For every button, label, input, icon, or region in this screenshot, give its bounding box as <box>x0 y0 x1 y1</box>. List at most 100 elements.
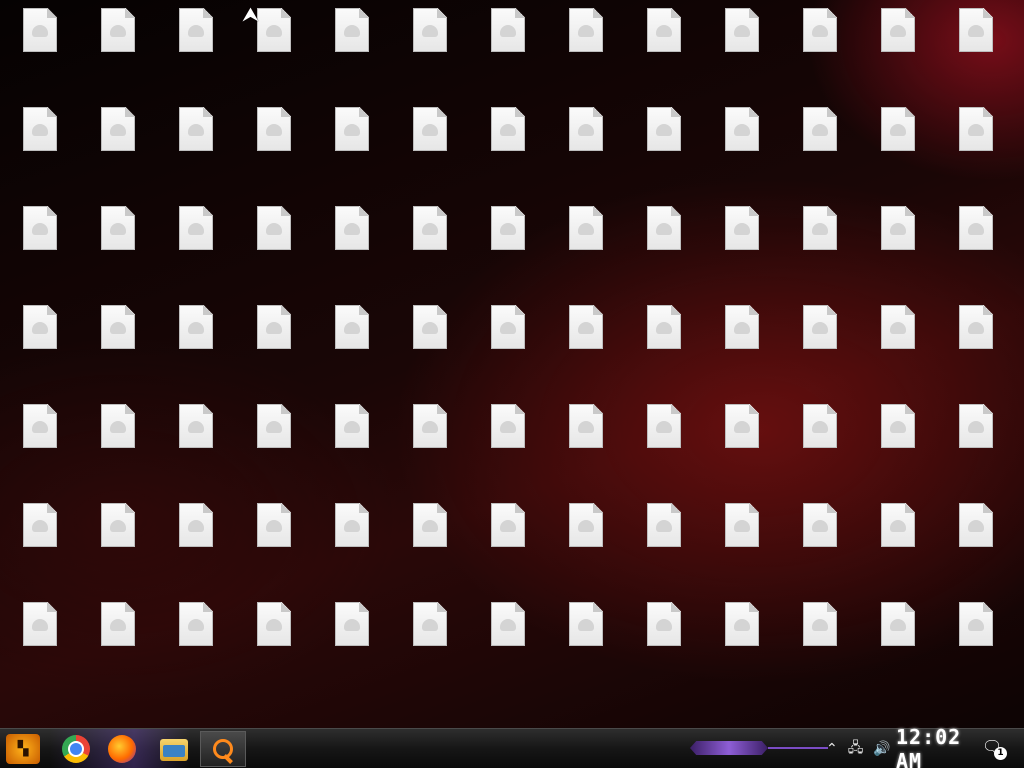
desktop-file-icon[interactable] <box>781 4 859 100</box>
desktop-file-icon[interactable] <box>703 4 781 100</box>
desktop-file-icon[interactable] <box>391 103 469 199</box>
desktop-file-icon[interactable] <box>391 4 469 100</box>
desktop-file-icon[interactable] <box>703 598 781 694</box>
desktop-file-icon[interactable] <box>859 202 937 298</box>
desktop-file-icon[interactable] <box>157 4 235 100</box>
desktop-file-icon[interactable] <box>703 202 781 298</box>
desktop-file-icon[interactable] <box>235 301 313 397</box>
desktop-file-icon[interactable] <box>79 103 157 199</box>
desktop-file-icon[interactable] <box>391 301 469 397</box>
desktop-file-icon[interactable] <box>157 400 235 496</box>
desktop-file-icon[interactable] <box>79 301 157 397</box>
desktop-file-icon[interactable] <box>781 103 859 199</box>
desktop-file-icon[interactable] <box>235 103 313 199</box>
desktop-file-icon[interactable] <box>79 202 157 298</box>
desktop-file-icon[interactable] <box>547 4 625 100</box>
desktop-file-icon[interactable] <box>547 598 625 694</box>
desktop-file-icon[interactable] <box>859 400 937 496</box>
desktop-file-icon[interactable] <box>781 400 859 496</box>
desktop-file-icon[interactable] <box>235 499 313 595</box>
file-explorer-icon[interactable] <box>160 739 188 761</box>
desktop-file-icon[interactable] <box>937 202 1015 298</box>
desktop-file-icon[interactable] <box>391 202 469 298</box>
desktop-file-icon[interactable] <box>391 499 469 595</box>
desktop-file-icon[interactable] <box>79 598 157 694</box>
desktop-file-icon[interactable] <box>859 103 937 199</box>
desktop-file-icon[interactable] <box>781 499 859 595</box>
desktop-file-icon[interactable] <box>625 202 703 298</box>
desktop-file-icon[interactable] <box>625 4 703 100</box>
desktop-file-icon[interactable] <box>937 400 1015 496</box>
desktop-file-icon[interactable] <box>703 499 781 595</box>
desktop-file-icon[interactable] <box>313 301 391 397</box>
desktop-file-icon[interactable] <box>625 400 703 496</box>
desktop-file-icon[interactable] <box>1 301 79 397</box>
desktop-file-icon[interactable] <box>313 598 391 694</box>
desktop-file-icon[interactable] <box>781 202 859 298</box>
desktop-file-icon[interactable] <box>625 598 703 694</box>
desktop-file-icon[interactable] <box>547 499 625 595</box>
desktop-file-icon[interactable] <box>547 103 625 199</box>
desktop-file-icon[interactable] <box>469 103 547 199</box>
desktop-file-icon[interactable] <box>937 301 1015 397</box>
desktop-file-icon[interactable] <box>79 499 157 595</box>
desktop-file-icon[interactable] <box>157 499 235 595</box>
desktop-file-icon[interactable] <box>859 301 937 397</box>
desktop-file-icon[interactable] <box>469 301 547 397</box>
desktop-file-icon[interactable] <box>625 301 703 397</box>
desktop-file-icon[interactable] <box>937 103 1015 199</box>
desktop-file-icon[interactable] <box>1 202 79 298</box>
desktop-file-icon[interactable] <box>157 103 235 199</box>
desktop-file-icon[interactable] <box>547 301 625 397</box>
desktop-file-icon[interactable] <box>157 598 235 694</box>
clock[interactable]: 12:02 AM <box>896 725 970 768</box>
desktop-file-icon[interactable] <box>235 400 313 496</box>
desktop-file-icon[interactable] <box>781 301 859 397</box>
desktop-file-icon[interactable] <box>937 499 1015 595</box>
desktop-file-icon[interactable] <box>625 499 703 595</box>
desktop-file-icon[interactable] <box>547 400 625 496</box>
desktop-file-icon[interactable] <box>1 598 79 694</box>
desktop-file-icon[interactable] <box>625 103 703 199</box>
desktop-file-icon[interactable] <box>547 202 625 298</box>
notification-button[interactable]: 🗨 1 <box>982 737 1008 761</box>
desktop-file-icon[interactable] <box>703 301 781 397</box>
desktop-file-icon[interactable] <box>1 400 79 496</box>
desktop-file-icon[interactable] <box>859 598 937 694</box>
chevron-up-icon[interactable]: ⌃ <box>826 741 838 757</box>
desktop-file-icon[interactable] <box>157 202 235 298</box>
desktop-file-icon[interactable] <box>859 499 937 595</box>
desktop-file-icon[interactable] <box>391 598 469 694</box>
desktop-file-icon[interactable] <box>313 202 391 298</box>
desktop-file-icon[interactable] <box>79 400 157 496</box>
desktop-file-icon[interactable] <box>313 400 391 496</box>
volume-icon[interactable]: 🔊 <box>873 741 890 757</box>
desktop-file-icon[interactable] <box>391 400 469 496</box>
desktop-file-icon[interactable] <box>469 499 547 595</box>
search-button[interactable] <box>200 731 246 767</box>
start-button[interactable]: ▚ <box>6 734 40 764</box>
desktop-file-icon[interactable] <box>235 202 313 298</box>
desktop-file-icon[interactable] <box>1 4 79 100</box>
desktop-file-icon[interactable] <box>469 202 547 298</box>
desktop-file-icon[interactable] <box>937 598 1015 694</box>
desktop-file-icon[interactable] <box>781 598 859 694</box>
desktop-file-icon[interactable] <box>859 4 937 100</box>
desktop-file-icon[interactable] <box>1 103 79 199</box>
desktop-file-icon[interactable] <box>469 4 547 100</box>
firefox-icon[interactable] <box>108 735 136 763</box>
desktop-file-icon[interactable] <box>79 4 157 100</box>
desktop-file-icon[interactable] <box>313 4 391 100</box>
desktop-file-icon[interactable] <box>703 103 781 199</box>
desktop-file-icon[interactable] <box>703 400 781 496</box>
network-icon[interactable]: 🖧 <box>848 737 864 761</box>
chrome-icon[interactable] <box>62 735 90 763</box>
desktop-file-icon[interactable] <box>1 499 79 595</box>
desktop-file-icon[interactable] <box>313 499 391 595</box>
desktop-file-icon[interactable] <box>157 301 235 397</box>
desktop-file-icon[interactable] <box>469 400 547 496</box>
desktop-file-icon[interactable] <box>937 4 1015 100</box>
desktop-file-icon[interactable] <box>313 103 391 199</box>
desktop-file-icon[interactable] <box>235 598 313 694</box>
desktop-file-icon[interactable] <box>469 598 547 694</box>
